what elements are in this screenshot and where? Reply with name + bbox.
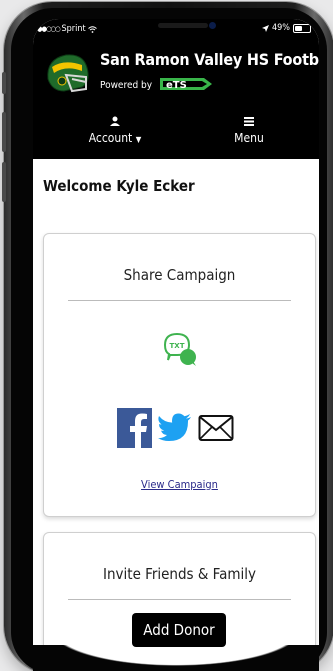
- carrier-name: Sprint: [61, 24, 86, 34]
- social-share-row: [117, 408, 234, 448]
- battery-percent: 49%: [272, 23, 290, 33]
- ets-logo-graphic: eTS: [160, 78, 213, 91]
- team-name: San Ramon Valley HS Football: [100, 50, 319, 69]
- app-header: San Ramon Valley HS Football Powered by …: [33, 41, 319, 159]
- front-camera: [209, 22, 216, 29]
- location-arrow-icon: [262, 24, 269, 32]
- powered-by: Powered by eTS: [100, 76, 214, 95]
- volume-up-button: [2, 112, 6, 152]
- welcome-message: Welcome Kyle Ecker: [43, 177, 195, 195]
- ets-logo: eTS: [158, 76, 214, 95]
- main-content: Welcome Kyle Ecker Share Campaign TXT Vi…: [33, 159, 319, 671]
- add-donor-button[interactable]: Add Donor: [132, 613, 226, 647]
- account-label: Account: [88, 131, 133, 145]
- card-divider: [68, 599, 291, 600]
- hamburger-icon: [229, 115, 269, 129]
- earpiece: [158, 23, 208, 28]
- battery-icon: [293, 23, 311, 33]
- volume-down-button: [2, 162, 6, 202]
- signal-icon: ●●○○○: [37, 25, 61, 33]
- ets-logo-text: eTS: [166, 80, 187, 91]
- carrier-info: ●●○○○ Sprint: [37, 24, 97, 34]
- screen: ●●○○○ Sprint 49% San Ramon Valley HS Foo…: [33, 19, 319, 671]
- wifi-icon: [87, 25, 97, 33]
- facebook-icon[interactable]: [117, 408, 152, 448]
- share-campaign-title: Share Campaign: [123, 266, 236, 284]
- battery-fill: [295, 25, 302, 31]
- view-campaign-link[interactable]: View Campaign: [44, 478, 315, 491]
- user-icon: [85, 115, 145, 129]
- sms-share-icon[interactable]: TXT: [162, 331, 198, 367]
- powered-by-label: Powered by: [100, 80, 153, 91]
- menu-button[interactable]: Menu: [229, 115, 269, 145]
- txt-label: TXT: [170, 342, 185, 350]
- card-divider: [68, 300, 291, 301]
- screen-bottom-bezel: [33, 645, 319, 671]
- status-right: 49%: [262, 23, 311, 33]
- invite-friends-title: Invite Friends & Family: [103, 565, 256, 583]
- mute-switch: [2, 72, 6, 94]
- twitter-icon[interactable]: [158, 413, 192, 443]
- account-dropdown[interactable]: Account ▼: [85, 115, 145, 145]
- caret-down-icon: ▼: [135, 135, 142, 144]
- status-bar: ●●○○○ Sprint 49%: [33, 19, 319, 41]
- email-icon[interactable]: [198, 414, 234, 442]
- share-campaign-card: Share Campaign TXT View Campaign: [43, 233, 316, 517]
- football-helmet-icon: [47, 54, 89, 93]
- menu-label: Menu: [234, 131, 264, 145]
